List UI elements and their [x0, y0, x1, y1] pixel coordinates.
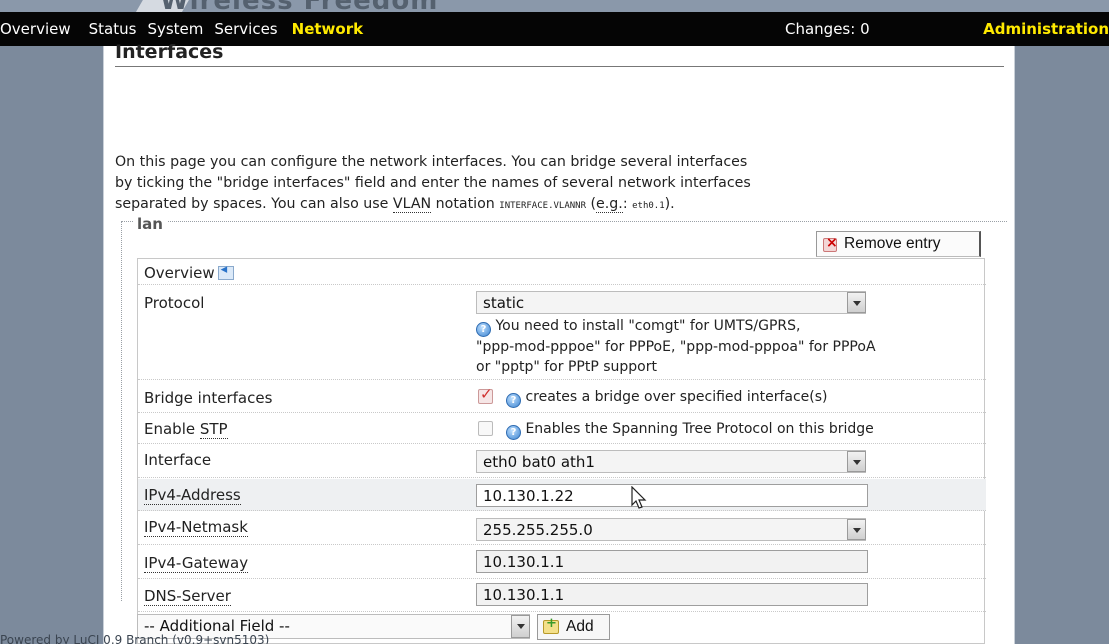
help-icon: ?: [506, 425, 521, 440]
nav-status[interactable]: Status: [89, 20, 137, 38]
page-description: On this page you can configure the netwo…: [115, 152, 1005, 215]
ipv4-address-abbr: IPv4-Address: [144, 486, 241, 505]
interface-select[interactable]: eth0 bat0 ath1: [476, 450, 866, 473]
intro-text-a: separated by spaces. You can also use: [115, 196, 393, 212]
dns-server-abbr: DNS-Server: [144, 587, 231, 606]
bridge-interfaces-checkbox[interactable]: [478, 385, 493, 404]
ipv4-address-input[interactable]: [476, 484, 868, 507]
banner-logo-text: Wireless Freedom: [160, 0, 438, 12]
intro-text-e: ).: [664, 196, 675, 212]
intro-text-c: (: [586, 196, 597, 212]
ipv4-netmask-select[interactable]: 255.255.255.0: [476, 518, 866, 541]
stp-help-text: Enables the Spanning Tree Protocol on th…: [525, 421, 874, 437]
stp-abbr: STP: [199, 420, 228, 439]
intro-text-d: :: [622, 196, 633, 212]
changes-counter[interactable]: Changes: 0: [785, 20, 870, 38]
protocol-help-line-2: "ppp-mod-pppoe" for PPPoE, "ppp-mod-pppo…: [476, 339, 876, 355]
protocol-label: Protocol: [144, 294, 205, 312]
dns-server-input[interactable]: [476, 583, 868, 606]
dropdown-arrow-icon[interactable]: [847, 292, 866, 313]
interface-form: Overview Protocol static ? You need to i…: [137, 258, 986, 644]
add-label: Add: [566, 618, 594, 635]
remove-entry-label: Remove entry: [844, 235, 941, 252]
ipv4-gateway-row: IPv4-Gateway: [138, 546, 986, 579]
dns-server-label: DNS-Server: [144, 587, 231, 606]
intro-line-3: separated by spaces. You can also use VL…: [115, 194, 1005, 215]
help-icon: ?: [506, 393, 521, 408]
bridge-interfaces-row: Bridge interfaces ? creates a bridge ove…: [138, 381, 986, 413]
ipv4-netmask-row: IPv4-Netmask 255.255.255.0: [138, 512, 986, 545]
enable-stp-label: Enable STP: [144, 420, 228, 439]
page-title: Interfaces: [115, 41, 1004, 67]
dropdown-arrow-icon[interactable]: [511, 615, 530, 638]
protocol-select-value: static: [483, 294, 525, 312]
protocol-select[interactable]: static: [476, 291, 866, 314]
add-icon: [543, 616, 559, 634]
enable-stp-help: ? Enables the Spanning Tree Protocol on …: [506, 419, 874, 440]
enable-stp-text: Enable: [144, 420, 200, 438]
nav-overview[interactable]: Overview: [0, 20, 71, 38]
remove-icon: [823, 235, 838, 252]
main-menu: Overview Status System Services Network: [0, 20, 363, 38]
dropdown-arrow-icon[interactable]: [847, 451, 866, 472]
interface-vlannr-code: INTERFACE.VLANNR: [499, 201, 586, 211]
interface-select-value: eth0 bat0 ath1: [483, 453, 595, 471]
add-field-button[interactable]: Add: [537, 614, 610, 640]
ipv4-netmask-label: IPv4-Netmask: [144, 518, 248, 537]
dns-server-row: DNS-Server: [138, 580, 986, 612]
ipv4-address-row: IPv4-Address: [138, 479, 986, 511]
enable-stp-checkbox[interactable]: [478, 421, 493, 436]
enable-stp-row: Enable STP ? Enables the Spanning Tree P…: [138, 414, 986, 444]
ipv4-netmask-abbr: IPv4-Netmask: [144, 518, 248, 537]
protocol-help-line-1: You need to install "comgt" for UMTS/GPR…: [495, 318, 801, 334]
nav-network[interactable]: Network: [292, 20, 363, 38]
netmask-select-value: 255.255.255.0: [483, 521, 593, 539]
intro-line-1: On this page you can configure the netwo…: [115, 154, 748, 170]
intro-line-2: by ticking the "bridge interfaces" field…: [115, 175, 751, 191]
eg-abbr: e.g.: [596, 196, 623, 213]
header-banner: Wireless Freedom: [0, 0, 1109, 12]
nav-services[interactable]: Services: [214, 20, 277, 38]
protocol-help: ? You need to install "comgt" for UMTS/G…: [476, 316, 976, 377]
interface-row: Interface eth0 bat0 ath1: [138, 445, 986, 478]
overview-collapse-icon[interactable]: [217, 262, 234, 280]
footer-version: Powered by LuCI 0.9 Branch (v0.9+svn5103…: [0, 633, 270, 644]
ipv4-gateway-label: IPv4-Gateway: [144, 554, 249, 573]
intro-text-b: notation: [431, 196, 500, 212]
mouse-cursor-icon: [631, 486, 647, 509]
bridge-help-text: creates a bridge over specified interfac…: [525, 389, 828, 405]
vlan-abbr: VLAN: [392, 196, 432, 213]
protocol-help-line-3: or "pptp" for PPtP support: [476, 359, 657, 375]
ipv4-gateway-input[interactable]: [476, 550, 868, 573]
protocol-row: Protocol static ? You need to install "c…: [138, 286, 986, 380]
bridge-interfaces-label: Bridge interfaces: [144, 389, 273, 407]
eth-example-code: eth0.1: [632, 201, 665, 211]
nav-system[interactable]: System: [147, 20, 203, 38]
overview-label: Overview: [144, 262, 234, 282]
interface-label: Interface: [144, 451, 212, 469]
nav-administration[interactable]: Administration: [983, 20, 1109, 38]
dropdown-arrow-icon[interactable]: [847, 519, 866, 540]
overview-text: Overview: [144, 264, 215, 282]
help-icon: ?: [476, 322, 491, 337]
remove-entry-button[interactable]: Remove entry: [816, 231, 981, 257]
ipv4-address-label: IPv4-Address: [144, 486, 241, 505]
overview-row: Overview: [138, 259, 986, 285]
ipv4-gateway-abbr: IPv4-Gateway: [144, 554, 249, 573]
section-legend: lan: [133, 215, 167, 233]
bridge-interfaces-help: ? creates a bridge over specified interf…: [506, 387, 828, 408]
